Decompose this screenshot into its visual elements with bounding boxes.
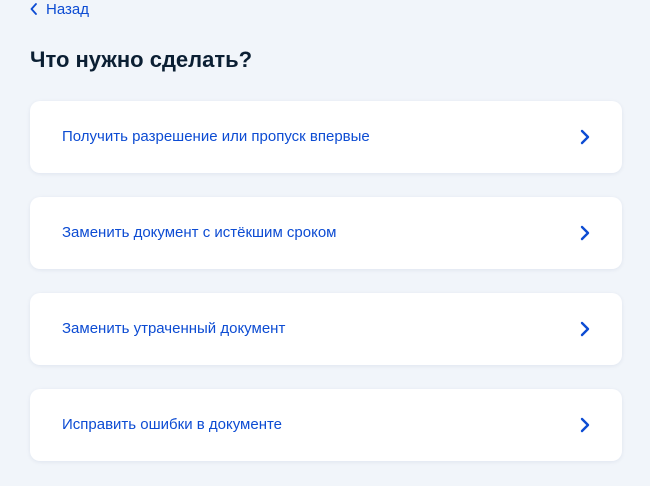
option-replace-lost[interactable]: Заменить утраченный документ	[30, 293, 622, 365]
page-title: Что нужно сделать?	[30, 47, 253, 72]
back-link[interactable]: Назад	[30, 0, 89, 18]
back-link-label: Назад	[46, 0, 89, 18]
chevron-right-icon	[580, 129, 590, 145]
chevron-right-icon	[580, 225, 590, 241]
option-get-permit[interactable]: Получить разрешение или пропуск впервые	[30, 101, 622, 173]
option-label: Заменить документ с истёкшим сроком	[62, 224, 337, 241]
chevron-right-icon	[580, 321, 590, 337]
option-label: Заменить утраченный документ	[62, 320, 286, 337]
option-label: Исправить ошибки в документе	[62, 416, 283, 433]
option-replace-expired[interactable]: Заменить документ с истёкшим сроком	[30, 197, 622, 269]
option-label: Получить разрешение или пропуск впервые	[62, 128, 370, 145]
option-fix-errors[interactable]: Исправить ошибки в документе	[30, 389, 622, 461]
chevron-right-icon	[580, 417, 590, 433]
chevron-left-icon	[30, 3, 38, 15]
options-list: Получить разрешение или пропуск впервые …	[30, 101, 622, 461]
